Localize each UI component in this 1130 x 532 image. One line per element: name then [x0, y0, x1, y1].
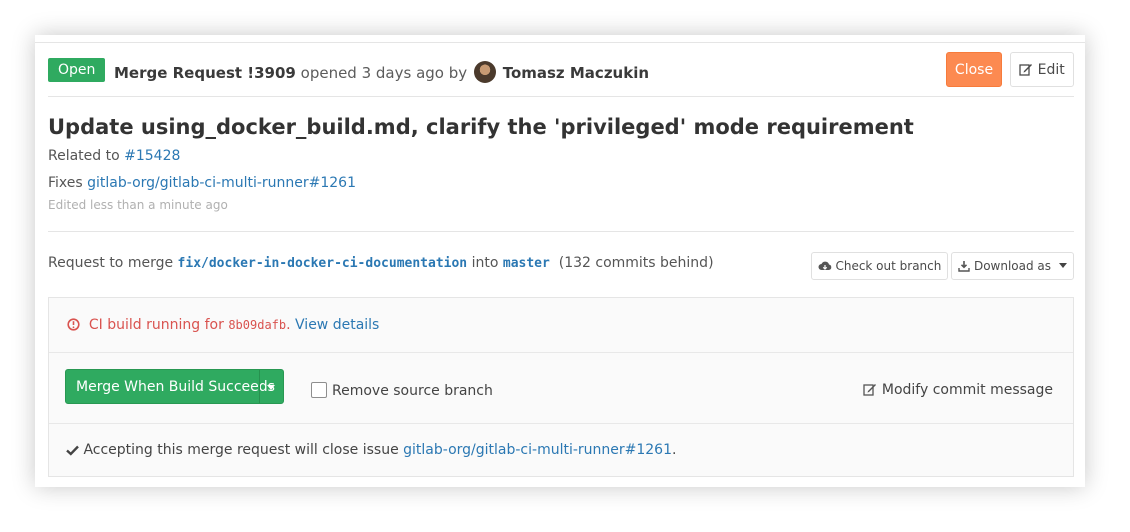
- view-details-link[interactable]: View details: [295, 317, 379, 333]
- top-divider: [35, 42, 1085, 43]
- fixes-line: Fixes gitlab-org/gitlab-ci-multi-runner#…: [48, 175, 356, 191]
- ci-text: CI build running for: [88, 317, 224, 333]
- download-as-button[interactable]: Download as: [951, 252, 1074, 280]
- checkout-branch-button[interactable]: Check out branch: [811, 252, 948, 280]
- edit-icon: [863, 384, 877, 396]
- merge-prefix: Request to merge: [48, 255, 174, 271]
- mr-header: Open Merge Request !3909 opened 3 days a…: [48, 52, 1074, 93]
- target-branch[interactable]: master: [503, 256, 550, 271]
- chevron-down-icon: [1058, 263, 1067, 268]
- into-text: into: [471, 255, 499, 271]
- status-badge: Open: [48, 58, 106, 82]
- edit-label: Edit: [1037, 61, 1065, 78]
- remove-source-branch-checkbox[interactable]: Remove source branch: [311, 382, 493, 399]
- merge-widget: CI build running for 8b09dafb. View deta…: [48, 297, 1074, 477]
- closing-issue-link[interactable]: gitlab-org/gitlab-ci-multi-runner#1261: [403, 442, 672, 458]
- description-divider: [48, 231, 1074, 232]
- related-line: Related to #15428: [48, 148, 180, 164]
- widget-divider-2: [49, 423, 1073, 424]
- mr-label: Merge Request !3909: [114, 64, 296, 82]
- merge-split-divider: [259, 370, 260, 403]
- merge-request-card: Open Merge Request !3909 opened 3 days a…: [35, 35, 1085, 487]
- ci-running-icon: [67, 318, 80, 331]
- header-divider: [48, 96, 1074, 97]
- source-branch[interactable]: fix/docker-in-docker-ci-documentation: [178, 256, 468, 271]
- checkbox[interactable]: [311, 382, 327, 398]
- accept-note: Accepting this merge request will close …: [66, 442, 676, 458]
- check-icon: [66, 445, 79, 456]
- related-prefix: Related to: [48, 148, 120, 164]
- merge-info: Request to merge fix/docker-in-docker-ci…: [48, 255, 714, 271]
- related-issue-link[interactable]: #15428: [124, 148, 180, 164]
- page-title: Update using_docker_build.md, clarify th…: [48, 115, 914, 139]
- remove-source-label: Remove source branch: [332, 383, 493, 399]
- mr-meta: Merge Request !3909 opened 3 days ago by…: [114, 61, 649, 83]
- avatar[interactable]: [473, 61, 496, 83]
- ci-status: CI build running for 8b09dafb. View deta…: [67, 317, 379, 333]
- fixes-issue-link[interactable]: gitlab-org/gitlab-ci-multi-runner#1261: [87, 175, 356, 191]
- merge-when-build-succeeds-button[interactable]: Merge When Build Succeeds: [65, 369, 284, 404]
- author-name[interactable]: Tomasz Maczukin: [503, 64, 649, 82]
- edit-icon: [1019, 63, 1033, 76]
- checkout-label: Check out branch: [835, 259, 942, 273]
- merge-options-chevron-icon[interactable]: [267, 385, 275, 390]
- close-button[interactable]: Close: [946, 52, 1002, 87]
- commits-behind: (132 commits behind): [558, 255, 714, 271]
- edit-button[interactable]: Edit: [1010, 52, 1074, 87]
- accept-text: Accepting this merge request will close …: [83, 442, 399, 458]
- edited-note: Edited less than a minute ago: [48, 198, 228, 212]
- commit-sha[interactable]: 8b09dafb: [228, 318, 286, 332]
- download-icon: [958, 261, 970, 272]
- widget-divider: [49, 352, 1073, 353]
- merge-button-label: Merge When Build Succeeds: [76, 379, 275, 395]
- opened-text: opened 3 days ago by: [300, 64, 468, 82]
- modify-commit-message-link[interactable]: Modify commit message: [863, 382, 1053, 398]
- modify-commit-label: Modify commit message: [881, 382, 1053, 398]
- fixes-prefix: Fixes: [48, 175, 83, 191]
- cloud-download-icon: [818, 261, 831, 270]
- download-label: Download as: [973, 259, 1052, 273]
